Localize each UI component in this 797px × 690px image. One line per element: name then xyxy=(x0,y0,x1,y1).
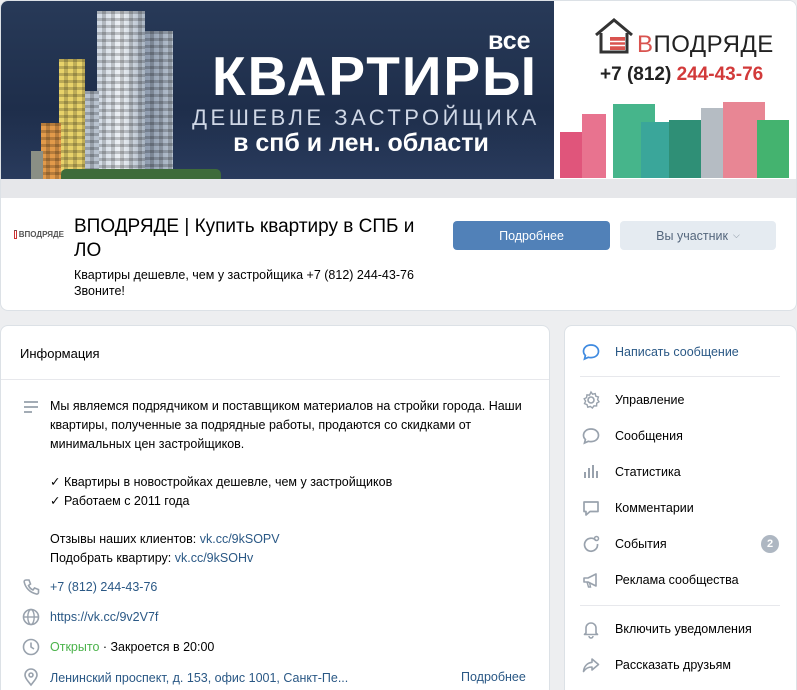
megaphone-icon xyxy=(580,569,602,591)
chevron-down-icon: ⌵ xyxy=(733,230,740,240)
house-pink-tall xyxy=(582,114,606,178)
group-name: ВПОДРЯДЕ | Купить квартиру в СПБ и ЛО xyxy=(74,216,415,261)
message-bubble-icon xyxy=(580,341,602,363)
phone-icon xyxy=(23,579,40,595)
more-info-button[interactable]: Подробнее xyxy=(453,221,610,250)
description-text: Мы являемся подрядчиком и поставщиком ма… xyxy=(50,399,522,451)
building-orange xyxy=(41,123,61,179)
banner-title: КВАРТИРЫ xyxy=(212,45,538,107)
group-status: Квартиры дешевле, чем у застройщика +7 (… xyxy=(74,268,414,298)
cover-bottom-strip xyxy=(1,179,796,198)
group-header: ВПОДРЯДЕ ВПОДРЯДЕ | Купить квартиру в СП… xyxy=(0,198,797,311)
banner-region: в спб и лен. области xyxy=(233,129,489,157)
cover-banner: все КВАРТИРЫ ДЕШЕВЛЕ ЗАСТРОЙЩИКА в спб и… xyxy=(0,0,797,198)
comment-icon xyxy=(580,497,602,519)
building-tall-side xyxy=(145,31,173,179)
side-item-notifications[interactable]: Включить уведомления xyxy=(580,617,780,641)
open-status: Открыто xyxy=(50,640,100,654)
trees xyxy=(61,169,221,179)
info-panel: Информация Мы являемся подрядчиком и пос… xyxy=(0,325,550,690)
side-item-manage[interactable]: Управление xyxy=(580,388,780,412)
side-item-messages[interactable]: Сообщения xyxy=(580,424,780,448)
avatar-text: ВПОДРЯДЕ xyxy=(18,229,64,239)
brand-logo-text: ВПОДРЯДЕ xyxy=(637,31,774,58)
gear-icon xyxy=(580,389,602,411)
info-title: Информация xyxy=(20,346,100,361)
reviews-line: Отзывы наших клиентов: vk.cc/9kSOPV xyxy=(50,532,280,546)
side-item-statistics[interactable]: Статистика xyxy=(580,460,780,484)
building-grey xyxy=(31,151,43,179)
check-item: ✓ Работаем с 2011 года xyxy=(50,494,190,508)
description-icon xyxy=(24,401,38,413)
pick-apartment-line: Подобрать квартиру: vk.cc/9kSOHv xyxy=(50,551,254,565)
opening-hours: Открыто · Закроется в 20:00 xyxy=(50,640,214,654)
stats-icon xyxy=(580,461,602,483)
bell-icon xyxy=(580,618,602,640)
chat-icon xyxy=(580,425,602,447)
banner-subtitle: ДЕШЕВЛЕ ЗАСТРОЙЩИКА xyxy=(192,105,540,130)
building-yellow xyxy=(59,59,85,179)
side-item-ads[interactable]: Реклама сообщества xyxy=(580,568,780,592)
check-item: ✓ Квартиры в новостройках дешевле, чем у… xyxy=(50,475,393,489)
close-time: · Закроется в 20:00 xyxy=(99,640,215,654)
house-logo-icon xyxy=(595,18,633,54)
events-icon xyxy=(580,533,602,555)
address-link[interactable]: Ленинский проспект, д. 153, офис 1001, С… xyxy=(50,671,370,685)
membership-button[interactable]: Вы участник ⌵ xyxy=(620,221,776,250)
pick-apartment-link[interactable]: vk.cc/9kSOHv xyxy=(175,551,254,565)
globe-icon xyxy=(22,608,40,626)
banner-phone: +7 (812) 244-43-76 xyxy=(600,64,764,85)
events-count-badge: 2 xyxy=(761,535,779,553)
phone-link[interactable]: +7 (812) 244-43-76 xyxy=(50,580,157,594)
side-menu: Написать сообщение Управление Сообщения … xyxy=(564,325,797,690)
house-teal xyxy=(641,122,669,178)
side-item-events[interactable]: События xyxy=(580,532,780,556)
side-divider xyxy=(580,376,780,377)
side-divider xyxy=(580,605,780,606)
avatar-house-icon xyxy=(14,229,17,239)
group-avatar[interactable]: ВПОДРЯДЕ xyxy=(14,224,64,244)
building-tall xyxy=(97,11,145,179)
side-item-write-message[interactable]: Написать сообщение xyxy=(580,340,780,364)
location-pin-icon xyxy=(24,668,38,687)
membership-button-label: Вы участник xyxy=(656,228,728,243)
clock-icon xyxy=(22,638,40,656)
side-item-share[interactable]: Рассказать друзьям xyxy=(580,653,780,677)
website-link[interactable]: https://vk.cc/9v2V7f xyxy=(50,610,158,624)
house-dark-green xyxy=(669,120,703,178)
address-more-link[interactable]: Подробнее xyxy=(461,670,526,684)
cover-left-panel: все КВАРТИРЫ ДЕШЕВЛЕ ЗАСТРОЙЩИКА в спб и… xyxy=(1,1,554,179)
info-divider xyxy=(1,379,549,380)
group-description: Мы являемся подрядчиком и поставщиком ма… xyxy=(50,397,530,568)
share-icon xyxy=(580,654,602,676)
side-item-comments[interactable]: Комментарии xyxy=(580,496,780,520)
reviews-link[interactable]: vk.cc/9kSOPV xyxy=(200,532,280,546)
building-low xyxy=(85,91,99,179)
house-green-right xyxy=(757,120,789,178)
